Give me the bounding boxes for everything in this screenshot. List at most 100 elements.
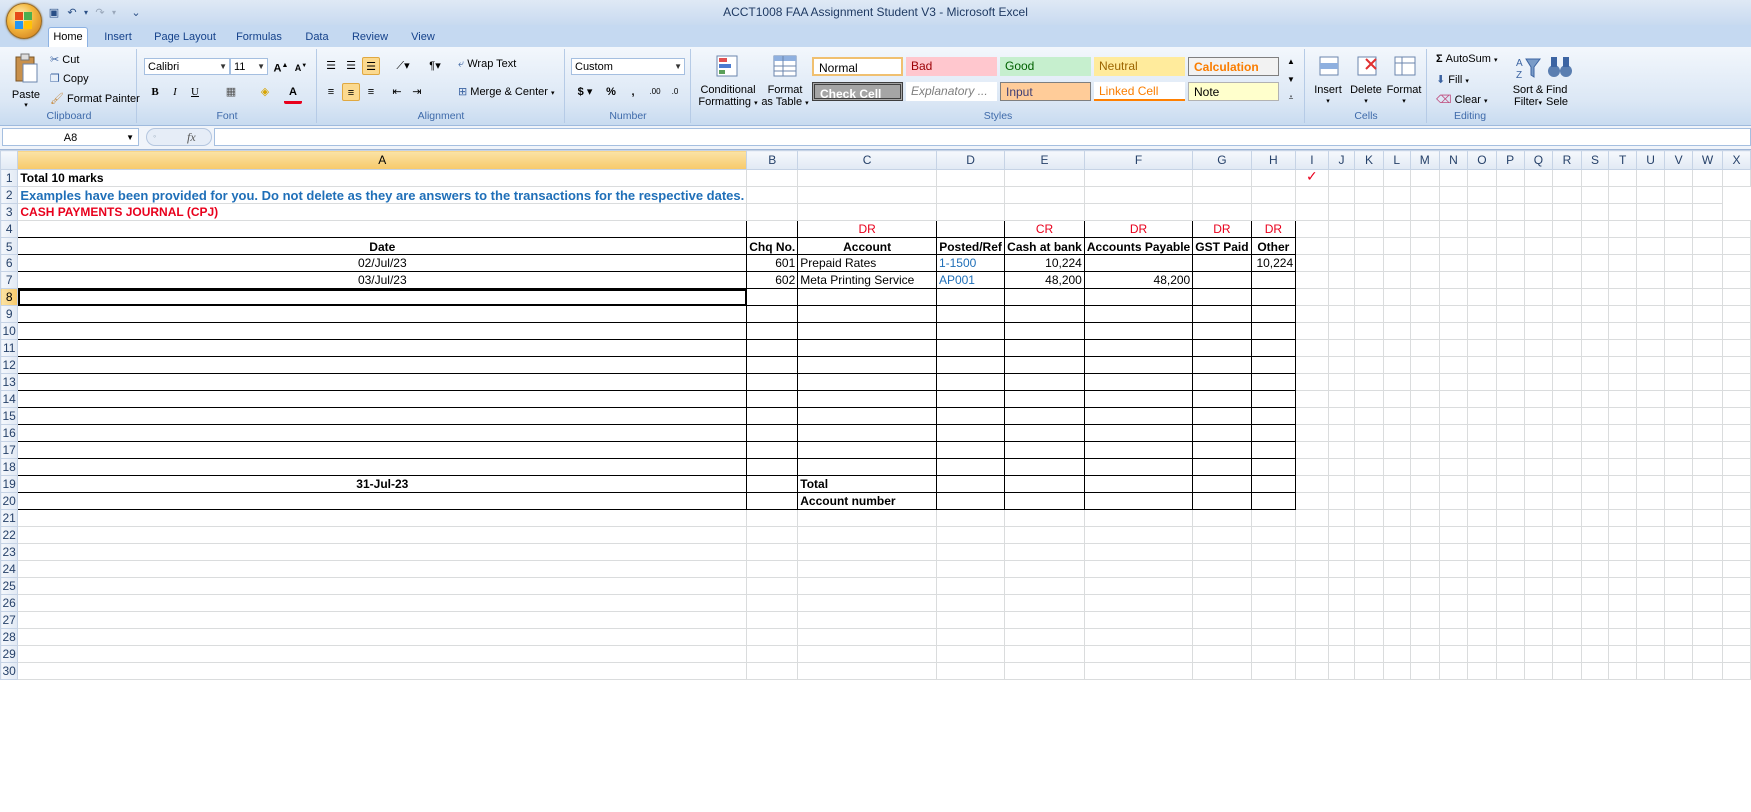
text-direction-icon[interactable]: ¶▾ (422, 57, 448, 75)
cell[interactable] (1083, 356, 1194, 374)
align-top-icon[interactable]: ☰ (322, 57, 340, 75)
cell[interactable] (17, 390, 748, 408)
column-header[interactable]: E (1004, 150, 1085, 170)
column-header[interactable]: O (1467, 150, 1497, 170)
cell[interactable] (746, 458, 799, 476)
borders-icon[interactable]: ▦ (222, 83, 240, 101)
cell[interactable] (1192, 169, 1252, 187)
cell[interactable] (746, 475, 799, 493)
row-header[interactable]: 19 (0, 475, 19, 493)
cell[interactable] (1083, 492, 1194, 510)
font-color-button[interactable]: A (284, 83, 302, 104)
cell[interactable] (935, 475, 1006, 493)
cell[interactable] (746, 356, 799, 374)
align-right-icon[interactable]: ≡ (362, 83, 380, 101)
cell[interactable] (1409, 169, 1440, 187)
cell[interactable] (1004, 424, 1085, 442)
percent-icon[interactable]: % (602, 83, 620, 101)
cell-accounts-payable[interactable] (1083, 254, 1194, 272)
style-good[interactable]: Good (1000, 57, 1091, 76)
select-all-corner[interactable] (0, 150, 19, 170)
cell[interactable] (1250, 424, 1297, 442)
fill-button[interactable]: ⬇ Fill ▾ (1436, 73, 1469, 86)
row-header[interactable]: 14 (0, 390, 19, 408)
row-header[interactable]: 11 (0, 339, 19, 357)
row-header[interactable]: 16 (0, 424, 19, 442)
row-header[interactable]: 22 (0, 526, 19, 544)
cell-date[interactable]: 02/Jul/23 (17, 254, 748, 272)
cell-gst-paid[interactable] (1192, 271, 1252, 289)
cell[interactable] (1083, 390, 1194, 408)
cell[interactable] (797, 424, 937, 442)
cell[interactable] (935, 407, 1006, 425)
row-header[interactable]: 7 (0, 271, 19, 289)
cell[interactable] (1004, 390, 1085, 408)
style-neutral[interactable]: Neutral (1094, 57, 1185, 76)
cell[interactable] (1004, 441, 1085, 459)
row-header[interactable]: 23 (0, 543, 19, 561)
cell[interactable] (1083, 407, 1194, 425)
cell[interactable] (935, 458, 1006, 476)
cell-total-label[interactable]: Total (797, 475, 937, 493)
row-header[interactable]: 1 (0, 169, 19, 187)
name-box[interactable]: A8 ▼ (2, 128, 139, 146)
shrink-font-button[interactable]: A▼ (292, 57, 310, 75)
column-header[interactable]: H (1250, 150, 1297, 170)
cell[interactable] (1083, 441, 1194, 459)
grow-font-button[interactable]: A▲ (272, 57, 290, 75)
cell[interactable] (1004, 339, 1085, 357)
align-center-icon[interactable]: ≡ (342, 83, 360, 101)
autosum-button[interactable]: Σ AutoSum ▾ (1436, 53, 1498, 65)
cell[interactable] (935, 390, 1006, 408)
column-header[interactable]: W (1692, 150, 1723, 170)
cell[interactable] (797, 339, 937, 357)
row-header[interactable]: 27 (0, 611, 19, 629)
checkmark-icon[interactable]: ✓ (1295, 169, 1329, 187)
tab-page-layout[interactable]: Page Layout (152, 28, 218, 47)
header-date[interactable]: Date (17, 237, 748, 255)
format-cells-button[interactable]: Format ▾ (1386, 53, 1422, 108)
column-header[interactable]: Q (1523, 150, 1554, 170)
cell[interactable] (1580, 169, 1610, 187)
format-as-table-button[interactable]: Format as Table ▾ (760, 53, 810, 110)
paste-button[interactable]: Paste ▾ (6, 52, 46, 109)
cell[interactable] (1192, 390, 1252, 408)
cell[interactable] (1004, 373, 1085, 391)
office-button[interactable] (6, 3, 42, 39)
cell[interactable] (1250, 169, 1297, 187)
cell[interactable] (746, 339, 799, 357)
cell-a1[interactable]: Total 10 marks (17, 169, 748, 187)
column-header[interactable]: N (1438, 150, 1469, 170)
column-header[interactable]: V (1664, 150, 1694, 170)
cell[interactable] (1004, 322, 1085, 340)
styles-scroll-up-icon[interactable]: ▲ (1284, 53, 1298, 71)
row-header[interactable]: 2 (0, 186, 19, 204)
cell[interactable] (1250, 322, 1297, 340)
cell[interactable] (17, 220, 748, 238)
cell[interactable] (1250, 373, 1297, 391)
cell-e4[interactable]: CR (1004, 220, 1085, 238)
tab-review[interactable]: Review (348, 28, 392, 47)
italic-button[interactable]: I (166, 83, 184, 101)
cell[interactable] (1635, 169, 1666, 187)
row-header[interactable]: 25 (0, 577, 19, 595)
cell-account-number-label[interactable]: Account number (797, 492, 937, 510)
styles-scroll-down-icon[interactable]: ▼ (1284, 71, 1298, 89)
insert-cells-button[interactable]: Insert ▾ (1310, 53, 1346, 108)
header-account[interactable]: Account (797, 237, 937, 255)
row-header[interactable]: 26 (0, 594, 19, 612)
cell[interactable] (1721, 169, 1751, 187)
cell[interactable] (1250, 492, 1297, 510)
cell[interactable] (797, 288, 937, 306)
row-header[interactable]: 21 (0, 509, 19, 527)
wrap-text-button[interactable]: ⤶ Wrap Text (458, 58, 516, 71)
cell[interactable] (1192, 288, 1252, 306)
cell-posted-ref[interactable]: AP001 (935, 271, 1006, 289)
row-header[interactable]: 17 (0, 441, 19, 459)
cell[interactable] (746, 373, 799, 391)
cell[interactable] (1192, 356, 1252, 374)
cell[interactable] (746, 424, 799, 442)
row-header[interactable]: 15 (0, 407, 19, 425)
underline-button[interactable]: U (186, 83, 204, 101)
style-explanatory[interactable]: Explanatory ... (906, 82, 997, 101)
